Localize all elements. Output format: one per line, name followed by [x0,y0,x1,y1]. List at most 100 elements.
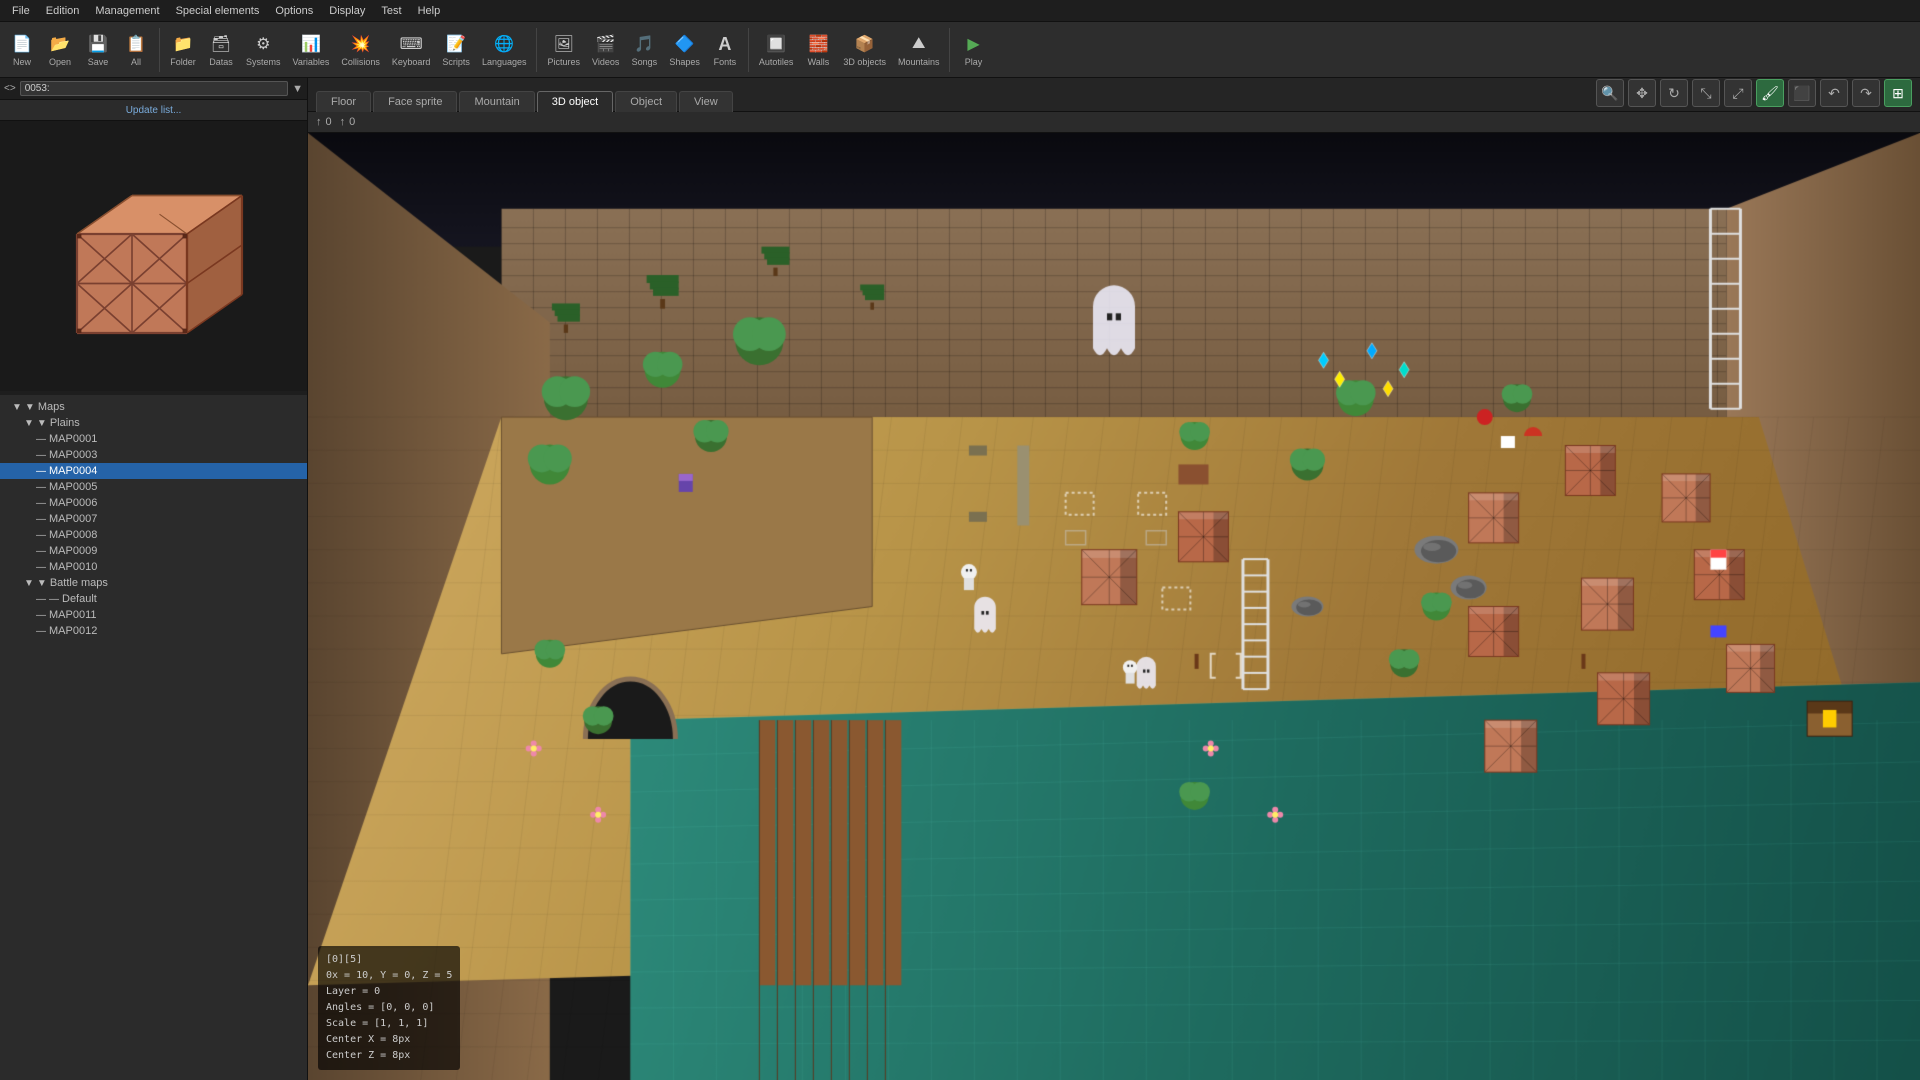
chevron-down-icon-plains: ▼ [24,418,34,429]
menu-file[interactable]: File [4,3,38,19]
toolbar-autotiles[interactable]: 🔲 Autotiles [754,30,799,69]
toolbar-all[interactable]: 📋 All [118,30,154,69]
map-selector: <> ▼ [0,78,307,100]
tree-item-map0008[interactable]: — MAP0008 [0,527,307,543]
toolbar-save[interactable]: 💾 Save [80,30,116,69]
map-info-line1: [0][5] [326,952,452,968]
menu-help[interactable]: Help [410,3,449,19]
toolbar-languages-label: Languages [482,57,527,67]
menu-special-elements[interactable]: Special elements [168,3,268,19]
songs-icon: 🎵 [632,32,656,56]
toolbar-keyboard[interactable]: ⌨ Keyboard [387,30,436,69]
toolbar-shapes[interactable]: 🔷 Shapes [664,30,705,69]
3dobjects-icon: 📦 [853,32,877,56]
tree-item-map0005[interactable]: — MAP0005 [0,479,307,495]
tool-redo[interactable]: ↷ [1852,79,1880,107]
coord-x-arrow: ↑ [316,116,322,128]
update-list-button[interactable]: Update list... [126,105,182,116]
tool-undo[interactable]: ↶ [1820,79,1848,107]
tree-item-map0003[interactable]: — MAP0003 [0,447,307,463]
toolbar-save-label: Save [88,57,109,67]
tree-item-map0001[interactable]: — MAP0001 [0,431,307,447]
tool-translate[interactable]: ✥ [1628,79,1656,107]
toolbar-mountains[interactable]: ⛰ Mountains [893,30,945,69]
toolbar-pictures[interactable]: 🖼 Pictures [542,30,585,69]
toolbar-fonts[interactable]: A Fonts [707,30,743,69]
toolbar-new[interactable]: 📄 New [4,30,40,69]
toolbar-languages[interactable]: 🌐 Languages [477,30,532,69]
tree-map0011-label: MAP0011 [49,609,97,621]
preview-area [0,121,307,391]
map-info-overlay: [0][5] 0x = 10, Y = 0, Z = 5 Layer = 0 A… [318,946,460,1070]
tab-floor[interactable]: Floor [316,91,371,112]
tree-item-plains[interactable]: ▼ ▼ Plains [0,415,307,431]
tree-item-map0010[interactable]: — MAP0010 [0,559,307,575]
tree-item-map0012[interactable]: — MAP0012 [0,623,307,639]
tree-map0010-label: MAP0010 [49,561,97,573]
tab-object[interactable]: Object [615,91,677,112]
toolbar-scripts[interactable]: 📝 Scripts [437,30,475,69]
menu-edition[interactable]: Edition [38,3,88,19]
tool-place[interactable]: ⤢ [1724,79,1752,107]
map-selector-input[interactable] [20,81,288,96]
tool-cursor[interactable]: 🔍 [1596,79,1624,107]
tree-maps-label: Maps [38,401,65,413]
tab-mountain[interactable]: Mountain [459,91,534,112]
toolbar-songs[interactable]: 🎵 Songs [626,30,662,69]
tree-map0008-label: MAP0008 [49,529,97,541]
map-selector-arrow[interactable]: ▼ [292,83,303,95]
tree-item-default[interactable]: — — Default [0,591,307,607]
tool-dark[interactable]: ⬛ [1788,79,1816,107]
play-icon: ▶ [961,32,985,56]
tree-map0009-label: MAP0009 [49,545,97,557]
folder-plains-icon: ▼ [37,418,47,429]
tab-view[interactable]: View [679,91,733,112]
map-info-line2: 0x = 10, Y = 0, Z = 5 [326,968,452,984]
tab-3d-object[interactable]: 3D object [537,91,613,112]
toolbar-divider-2 [536,28,537,72]
toolbar-open[interactable]: 📂 Open [42,30,78,69]
tree-item-map0004[interactable]: — MAP0004 [0,463,307,479]
toolbar-divider-1 [159,28,160,72]
tab-face-sprite[interactable]: Face sprite [373,91,457,112]
map-icon-0001: — [36,434,46,445]
left-panel: <> ▼ Update list... [0,78,308,1080]
toolbar-3dobjects-label: 3D objects [843,57,886,67]
toolbar-play[interactable]: ▶ Play [955,30,991,69]
toolbar-variables[interactable]: 📊 Variables [288,30,335,69]
tree-item-map0009[interactable]: — MAP0009 [0,543,307,559]
toolbar-datas[interactable]: 🗃 Datas [203,30,239,69]
toolbar-3dobjects[interactable]: 📦 3D objects [838,30,891,69]
toolbar-folder[interactable]: 📁 Folder [165,30,201,69]
toolbar-walls[interactable]: 🧱 Walls [800,30,836,69]
tool-paint[interactable]: 🖌 [1756,79,1784,107]
tree-item-map0007[interactable]: — MAP0007 [0,511,307,527]
map-info-line6: Center X = 8px [326,1032,452,1048]
toolbar-collisions[interactable]: 💥 Collisions [336,30,385,69]
mountains-icon: ⛰ [907,32,931,56]
folder-icon: 📁 [171,32,195,56]
new-icon: 📄 [10,32,34,56]
tool-rotate-y[interactable]: ↻ [1660,79,1688,107]
toolbar-folder-label: Folder [170,57,196,67]
map-icon-0009: — [36,546,46,557]
tree-map0007-label: MAP0007 [49,513,97,525]
tree-item-map0006[interactable]: — MAP0006 [0,495,307,511]
menu-display[interactable]: Display [321,3,373,19]
menu-options[interactable]: Options [267,3,321,19]
map-icon-0007: — [36,514,46,525]
tree-item-battle-maps[interactable]: ▼ ▼ Battle maps [0,575,307,591]
tree-item-map0011[interactable]: — MAP0011 [0,607,307,623]
menu-management[interactable]: Management [87,3,167,19]
map-icon-0004: — [36,466,46,477]
tool-scale[interactable]: ⤡ [1692,79,1720,107]
tool-grid[interactable]: ⊞ [1884,79,1912,107]
toolbar-open-label: Open [49,57,71,67]
menu-test[interactable]: Test [373,3,409,19]
toolbar-systems[interactable]: ⚙ Systems [241,30,286,69]
toolbar-videos[interactable]: 🎬 Videos [587,30,624,69]
tree-item-maps[interactable]: ▼ ▼ Maps [0,399,307,415]
systems-icon: ⚙ [251,32,275,56]
toolbar: 📄 New 📂 Open 💾 Save 📋 All 📁 Folder 🗃 Dat… [0,22,1920,78]
map-viewport[interactable]: [0][5] 0x = 10, Y = 0, Z = 5 Layer = 0 A… [308,133,1920,1080]
